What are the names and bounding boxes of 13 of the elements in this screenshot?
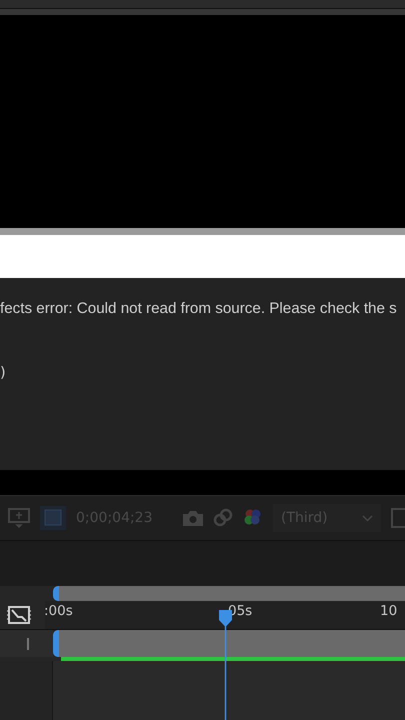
chevron-icon xyxy=(362,514,373,522)
camera-icon[interactable] xyxy=(183,510,203,526)
window-icon[interactable] xyxy=(391,508,405,528)
link-icon[interactable] xyxy=(213,508,233,528)
graph-editor-icon[interactable] xyxy=(6,605,30,625)
divider-tick-icon xyxy=(27,638,29,650)
grid-toggle-icon[interactable] xyxy=(40,506,66,530)
time-label: :00s xyxy=(44,603,73,619)
monitor-icon[interactable] xyxy=(8,508,30,528)
error-text: ) xyxy=(0,365,7,381)
work-area-bar[interactable] xyxy=(53,586,405,601)
error-message: fects error: Could not read from source. Please check the s xyxy=(0,300,397,317)
time-label: 10 xyxy=(380,603,398,619)
